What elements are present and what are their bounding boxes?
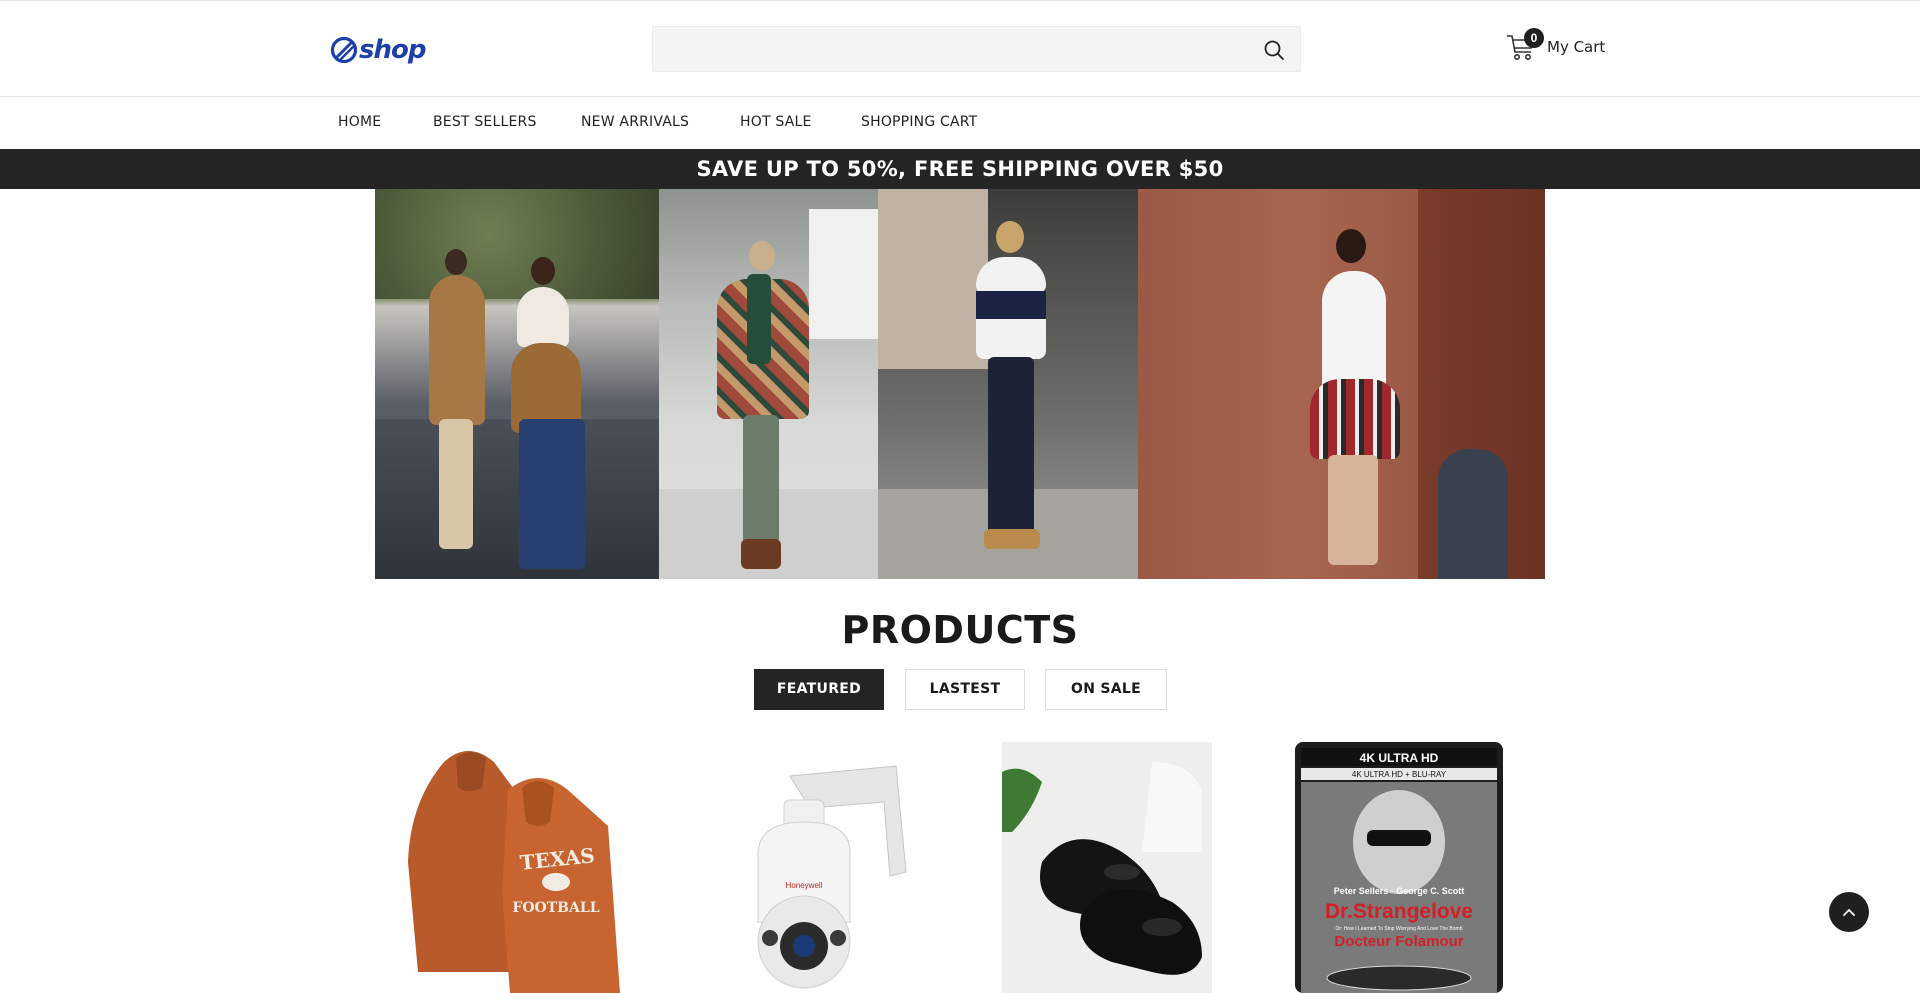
promo-banner: SAVE UP TO 50%, FREE SHIPPING OVER $50	[0, 149, 1920, 189]
figure-woman-plaid-shirt	[1278, 219, 1428, 579]
hero-banner[interactable]	[375, 189, 1545, 579]
tab-featured[interactable]: FEATURED	[754, 669, 884, 710]
back-to-top-button[interactable]	[1829, 892, 1869, 932]
cart-label: My Cart	[1547, 38, 1606, 56]
figure-woman-white-top	[485, 239, 625, 579]
cart-link[interactable]: 0 My Cart	[1505, 28, 1606, 63]
cover-format-label: 4K ULTRA HD + BLU-RAY	[1352, 770, 1447, 779]
product-image-bluray-cover: 4K ULTRA HD 4K ULTRA HD + BLU-RAY Peter …	[1295, 742, 1503, 993]
product-card-hoodies[interactable]: TEXAS FOOTBALL	[398, 742, 643, 993]
cover-alt-title: Docteur Folamour	[1334, 933, 1463, 950]
products-heading: PRODUCTS	[841, 608, 1079, 652]
search-bar	[652, 26, 1301, 72]
product-image-camera: Honeywell	[757, 765, 907, 989]
nav-item-hot-sale[interactable]: HOT SALE	[740, 114, 812, 130]
nav-item-shopping-cart[interactable]: SHOPPING CART	[861, 114, 977, 130]
figure-woman-poncho	[689, 229, 839, 579]
search-input[interactable]	[653, 27, 1253, 71]
logo-icon	[330, 36, 358, 64]
cart-icon: 0	[1505, 28, 1544, 63]
figure-woman-striped-tee	[948, 209, 1078, 569]
banner-photo-striped-tee	[878, 189, 1138, 579]
product-card-security-camera[interactable]: Honeywell	[700, 742, 920, 993]
tab-on-sale[interactable]: ON SALE	[1045, 669, 1167, 710]
cover-credits: Peter Sellers · George C. Scott	[1334, 886, 1465, 896]
main-nav: HOME BEST SELLERS NEW ARRIVALS HOT SALE …	[0, 97, 1920, 149]
chevron-up-icon	[1843, 909, 1855, 916]
svg-text:FOOTBALL: FOOTBALL	[512, 900, 599, 916]
nav-item-new-arrivals[interactable]: NEW ARRIVALS	[581, 114, 689, 130]
product-image-shoes	[1002, 742, 1212, 993]
tab-latest[interactable]: LASTEST	[905, 669, 1025, 710]
banner-photo-plaid-poncho	[659, 189, 878, 579]
cover-tagline: Or: How I Learned To Stop Worrying And L…	[1335, 926, 1462, 932]
cover-4k-label: 4K ULTRA HD	[1360, 751, 1439, 765]
banner-photo-street-duo	[375, 189, 659, 579]
product-card-bluray[interactable]: 4K ULTRA HD 4K ULTRA HD + BLU-RAY Peter …	[1295, 742, 1503, 993]
site-header: shop 0 My Cart	[0, 0, 1920, 97]
shop-logo[interactable]: shop	[330, 35, 426, 65]
banner-photo-plaid-waist	[1138, 189, 1545, 579]
search-icon[interactable]	[1262, 38, 1286, 62]
cover-title: Dr.Strangelove	[1325, 900, 1473, 923]
product-image-hoodies: TEXAS FOOTBALL	[408, 751, 620, 993]
camera-brand-text: Honeywell	[786, 881, 823, 890]
nav-item-best-sellers[interactable]: BEST SELLERS	[433, 114, 537, 130]
nav-item-home[interactable]: HOME	[338, 114, 381, 130]
product-card-shoes[interactable]	[1002, 742, 1212, 993]
cart-count-badge: 0	[1524, 28, 1544, 48]
logo-text: shop	[359, 35, 426, 65]
